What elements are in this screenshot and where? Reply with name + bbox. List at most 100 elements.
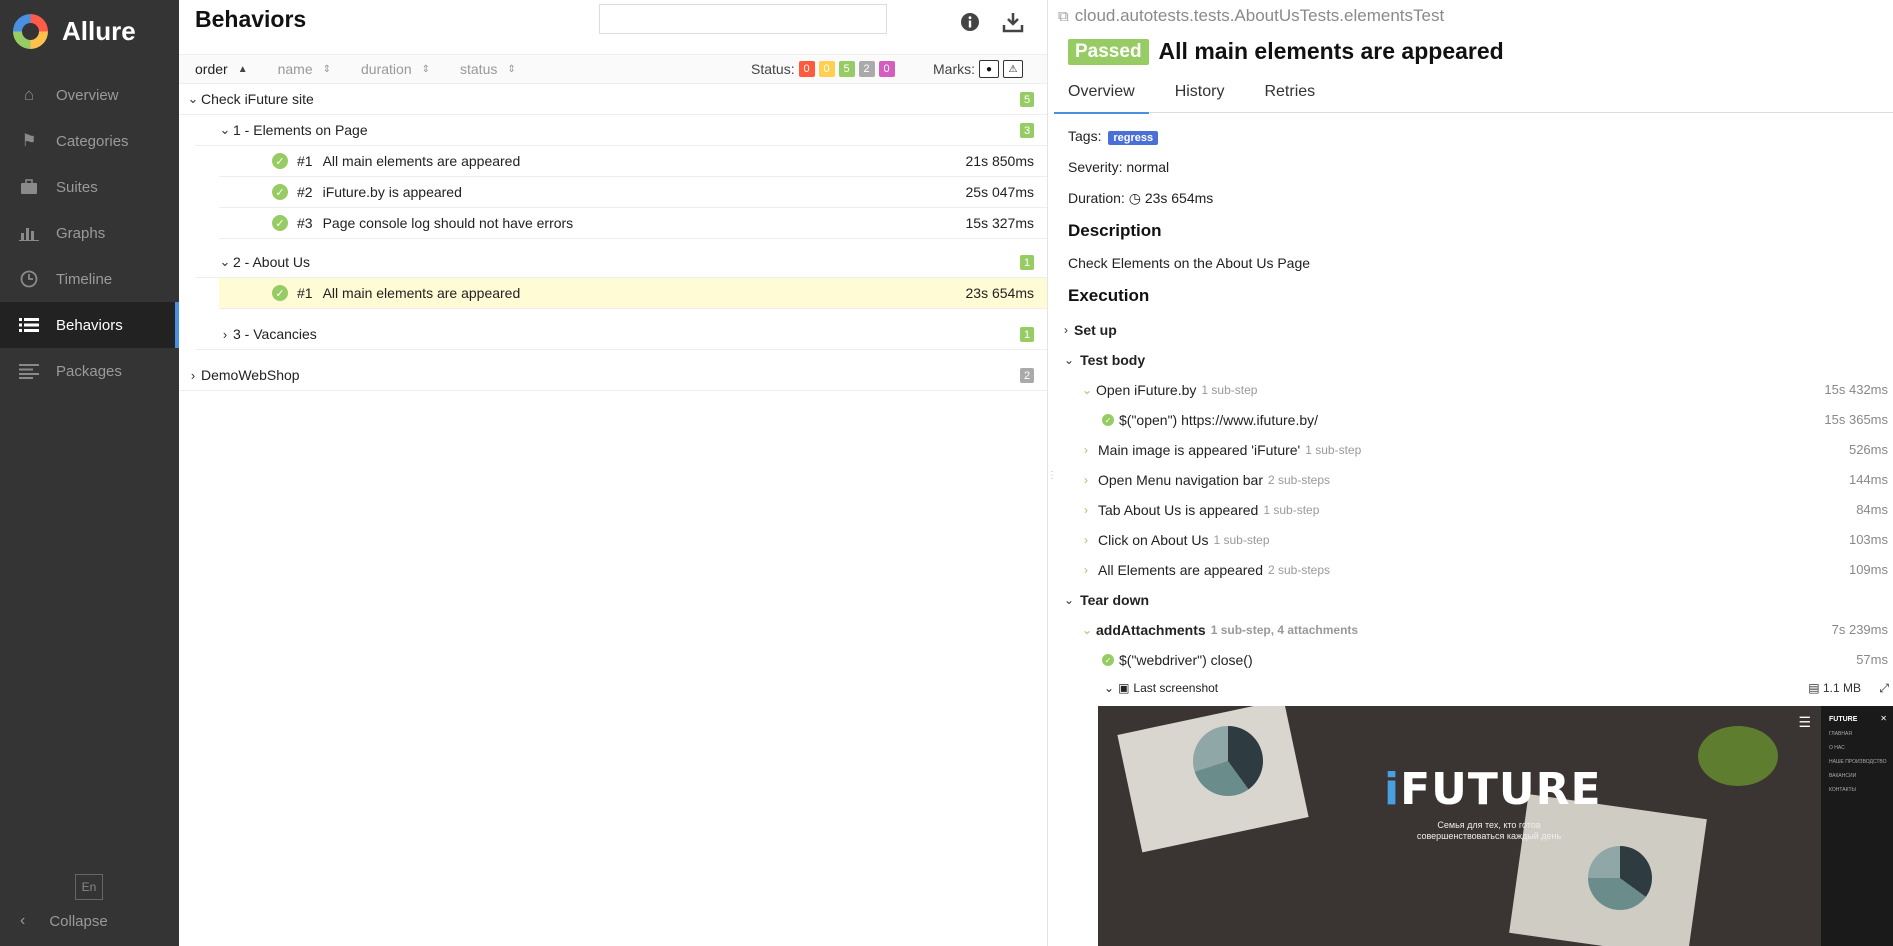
- test-row[interactable]: ✓ #1 All main elements are appeared 21s …: [219, 146, 1047, 177]
- side-menu-item: О НАС: [1829, 745, 1845, 751]
- collapse-button[interactable]: ‹ Collapse: [20, 912, 108, 930]
- tree-group[interactable]: ⌄ Check iFuture site 5: [179, 84, 1047, 115]
- test-row[interactable]: ✓ #3 Page console log should not have er…: [219, 208, 1047, 239]
- test-name: All main elements are appeared: [322, 285, 521, 301]
- step-row[interactable]: ✓ $("open") https://www.ifuture.by/: [1102, 412, 1318, 428]
- tree-group[interactable]: › DemoWebShop 2: [179, 360, 1047, 391]
- sort-order[interactable]: order ▲︎: [195, 61, 248, 77]
- info-icon[interactable]: [956, 8, 984, 36]
- sidebar-item-suites[interactable]: Suites: [0, 164, 179, 210]
- panel-splitter[interactable]: ⋮: [1047, 470, 1057, 500]
- step-name: $("webdriver") close(): [1119, 652, 1253, 668]
- detail-tabs: Overview History Retries: [1054, 78, 1893, 114]
- sort-icon: ⇕: [322, 63, 332, 75]
- test-full-name-text: cloud.autotests.tests.AboutUsTests.eleme…: [1074, 6, 1445, 25]
- test-title: Passed All main elements are appeared: [1068, 38, 1504, 65]
- flaky-icon[interactable]: ●: [979, 60, 999, 78]
- screenshot-plant: [1698, 726, 1778, 786]
- tree-panel: Behaviors order ▲︎ name ⇕ duration ⇕ status…: [179, 0, 1048, 946]
- step-duration: 57ms: [1856, 652, 1888, 667]
- tags-label: Tags:: [1068, 128, 1102, 144]
- hamburger-icon: ☰: [1798, 714, 1811, 730]
- step-duration: 144ms: [1848, 472, 1888, 487]
- step-duration: 7s 239ms: [1831, 622, 1888, 637]
- setup-section[interactable]: › Set up: [1064, 322, 1117, 338]
- step-name: All Elements are appeared: [1098, 562, 1263, 578]
- sidebar-item-categories[interactable]: ⚑ Categories: [0, 118, 179, 164]
- attachment-name: Last screenshot: [1133, 681, 1219, 695]
- sidebar-item-behaviors[interactable]: Behaviors: [0, 302, 179, 348]
- close-icon: ✕: [1880, 714, 1887, 723]
- status-broken-badge[interactable]: 0: [818, 61, 835, 77]
- sidebar-item-overview[interactable]: ⌂ Overview: [0, 72, 179, 118]
- step-row[interactable]: › Tab About Us is appeared 1 sub-step: [1084, 502, 1319, 518]
- tab-history[interactable]: History: [1161, 78, 1239, 112]
- test-row-selected[interactable]: ✓ #1 All main elements are appeared 23s …: [219, 278, 1047, 309]
- group-count-badge: 5: [1020, 92, 1034, 107]
- status-unknown-badge[interactable]: 0: [878, 61, 895, 77]
- sort-order-label: order: [195, 61, 228, 77]
- sort-name[interactable]: name ⇕: [278, 61, 331, 77]
- brand-i: i: [1384, 764, 1401, 815]
- passed-icon: ✓: [1102, 414, 1114, 426]
- status-passed-badge[interactable]: 5: [838, 61, 855, 77]
- step-name: Open Menu navigation bar: [1098, 472, 1263, 488]
- status-failed-badge[interactable]: 0: [798, 61, 815, 77]
- language-switch[interactable]: En: [75, 874, 103, 900]
- side-menu-item: КОНТАКТЫ: [1829, 787, 1856, 793]
- step-substeps: 1 sub-step: [1201, 383, 1258, 397]
- test-duration: 23s 654ms: [965, 285, 1034, 301]
- sidebar-item-timeline[interactable]: Timeline: [0, 256, 179, 302]
- test-row[interactable]: ✓ #2 iFuture.by is appeared 25s 047ms: [219, 177, 1047, 208]
- step-row[interactable]: ✓ $("webdriver") close(): [1102, 652, 1253, 668]
- page-title: Behaviors: [195, 6, 307, 32]
- test-body-section[interactable]: ⌄ Test body: [1064, 352, 1145, 368]
- behaviors-tree: ⌄ Check iFuture site 5 ⌄ 1 - Elements on…: [179, 84, 1047, 391]
- sidebar-item-label: Packages: [56, 362, 122, 380]
- sort-status[interactable]: status ⇕: [460, 61, 516, 77]
- step-row[interactable]: ⌄ addAttachments 1 sub-step, 4 attachmen…: [1082, 622, 1358, 638]
- clock-icon: ◷: [1128, 190, 1141, 206]
- tree-group[interactable]: › 3 - Vacancies 1: [195, 319, 1047, 350]
- flag-icon: ⚑: [21, 131, 37, 150]
- sort-duration[interactable]: duration ⇕: [361, 61, 430, 77]
- step-row[interactable]: ⌄ Open iFuture.by 1 sub-step: [1082, 382, 1257, 398]
- sidebar-item-packages[interactable]: Packages: [0, 348, 179, 394]
- logo[interactable]: Allure: [0, 0, 179, 62]
- step-row[interactable]: › Click on About Us 1 sub-step: [1084, 532, 1270, 548]
- status-skipped-badge[interactable]: 2: [858, 61, 875, 77]
- copy-icon[interactable]: ⧉: [1058, 8, 1069, 25]
- chevron-right-icon: ›: [1084, 563, 1088, 577]
- step-row[interactable]: › All Elements are appeared 2 sub-steps: [1084, 562, 1330, 578]
- sort-icon: ⇕: [507, 63, 516, 75]
- test-detail-panel: ⧉ cloud.autotests.tests.AboutUsTests.ele…: [1054, 0, 1893, 946]
- passed-icon: ✓: [1102, 654, 1114, 666]
- severity-row: Severity: normal: [1068, 159, 1170, 175]
- chevron-down-icon: ⌄: [1082, 383, 1093, 397]
- expand-icon[interactable]: ⤢: [1879, 681, 1889, 696]
- teardown-section[interactable]: ⌄ Tear down: [1064, 592, 1149, 608]
- chevron-down-icon: ⌄: [1104, 681, 1115, 695]
- passed-icon: ✓: [272, 285, 288, 301]
- test-name: All main elements are appeared: [322, 153, 521, 169]
- tree-group[interactable]: ⌄ 1 - Elements on Page 3: [195, 115, 1047, 146]
- step-row[interactable]: › Open Menu navigation bar 2 sub-steps: [1084, 472, 1330, 488]
- chevron-right-icon: ›: [1084, 473, 1088, 487]
- attachment-row[interactable]: ⌄ ▣ Last screenshot ▤ 1.1 MB ⤢: [1104, 680, 1893, 696]
- passed-icon: ✓: [272, 184, 288, 200]
- chevron-down-icon: ⌄: [1082, 623, 1093, 637]
- step-row[interactable]: › Main image is appeared 'iFuture' 1 sub…: [1084, 442, 1361, 458]
- tree-group[interactable]: ⌄ 2 - About Us 1: [195, 247, 1047, 278]
- group-label: 3 - Vacancies: [233, 326, 317, 342]
- tab-retries[interactable]: Retries: [1250, 78, 1329, 112]
- status-label: Status:: [751, 61, 795, 77]
- warning-icon[interactable]: ⚠︎: [1003, 60, 1023, 78]
- duration-value: 23s 654ms: [1144, 190, 1214, 206]
- sidebar-item-graphs[interactable]: Graphs: [0, 210, 179, 256]
- sidebar-item-label: Overview: [56, 86, 119, 104]
- step-substeps: 2 sub-steps: [1268, 473, 1331, 487]
- tab-overview[interactable]: Overview: [1054, 78, 1149, 114]
- download-icon[interactable]: [999, 8, 1027, 36]
- search-input[interactable]: [599, 4, 887, 34]
- side-menu-item: ВАКАНСИИ: [1829, 773, 1857, 779]
